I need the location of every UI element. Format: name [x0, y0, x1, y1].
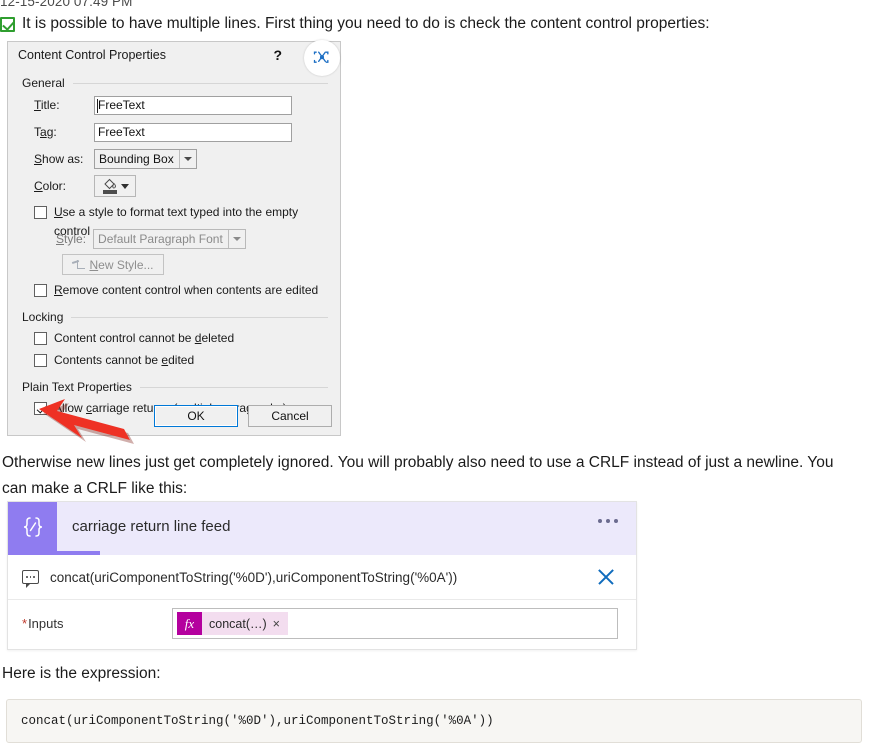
expression-token-text: concat(…)	[209, 616, 267, 631]
allow-carriage-returns-checkbox[interactable]	[34, 402, 47, 415]
expression-preview-row: concat(uriComponentToString('%0D'),uriCo…	[8, 555, 636, 600]
dialog-body: General Title: FreeText Tag: FreeText Sh…	[8, 76, 340, 421]
body-paragraph: Otherwise new lines just get completely …	[2, 454, 834, 497]
use-style-checkbox[interactable]	[34, 206, 47, 219]
group-locking: Locking	[22, 310, 332, 324]
show-as-label: Show as:	[34, 152, 84, 166]
expression-heading: Here is the expression:	[2, 665, 161, 682]
expression-preview-text: concat(uriComponentToString('%0D'),uriCo…	[50, 569, 458, 585]
remove-control-checkbox[interactable]	[34, 284, 47, 297]
show-as-dropdown[interactable]: Bounding Box	[94, 149, 197, 169]
inputs-label-text: Inputs	[28, 616, 64, 631]
post-timestamp: 12-15-2020 07:49 PM	[0, 0, 133, 9]
tag-input-value: FreeText	[98, 125, 145, 139]
remove-token-icon[interactable]: ×	[273, 617, 280, 631]
dialog-title: Content Control Properties	[18, 48, 166, 62]
dialog-button-row: OK Cancel	[154, 405, 332, 427]
remove-control-label: Remove content control when contents are…	[54, 283, 319, 297]
paint-bucket-icon	[102, 178, 118, 194]
cannot-edit-label: Contents cannot be edited	[54, 353, 195, 367]
field-title: Title: FreeText	[34, 95, 332, 115]
expression-token-label: concat(…) ×	[202, 612, 288, 635]
style-value: Default Paragraph Font	[98, 232, 223, 246]
action-card-header[interactable]: carriage return line feed	[8, 502, 636, 551]
intro-text: It is possible to have multiple lines. F…	[22, 15, 710, 32]
cancel-button[interactable]: Cancel	[248, 405, 332, 427]
intro-line: It is possible to have multiple lines. F…	[0, 14, 710, 34]
snipping-tool-icon	[304, 40, 340, 76]
inputs-row: *Inputs fx concat(…) ×	[8, 600, 636, 647]
group-divider	[72, 82, 328, 84]
color-picker-button[interactable]	[94, 175, 136, 197]
inputs-label: *Inputs	[22, 616, 172, 631]
expression-code-text: concat(uriComponentToString('%0D'),uriCo…	[21, 714, 494, 728]
group-locking-label: Locking	[22, 310, 64, 324]
cannot-delete-label: Content control cannot be deleted	[54, 331, 235, 345]
action-card-title: carriage return line feed	[72, 518, 231, 535]
group-divider	[71, 316, 328, 318]
style-label: Style:	[56, 232, 87, 246]
tooltip-bubble-icon	[22, 570, 39, 588]
cannot-edit-checkbox[interactable]	[34, 354, 47, 367]
help-button[interactable]: ?	[273, 47, 282, 63]
close-x-icon[interactable]	[595, 566, 617, 588]
use-style-checkbox-row[interactable]: Use a style to format text typed into th…	[34, 203, 332, 238]
overflow-menu-icon[interactable]	[598, 519, 618, 523]
title-label: Title:	[34, 98, 60, 112]
chevron-down-icon	[120, 183, 129, 189]
remove-control-checkbox-row[interactable]: Remove content control when contents are…	[34, 281, 332, 303]
group-divider	[139, 386, 328, 388]
group-general: General	[22, 76, 332, 90]
page-root: 12-15-2020 07:49 PM It is possible to ha…	[0, 0, 869, 754]
chevron-down-icon	[178, 150, 196, 168]
group-plain-text: Plain Text Properties	[22, 380, 332, 394]
dialog-title-bar: Content Control Properties ?	[8, 40, 340, 76]
expression-code-block: concat(uriComponentToString('%0D'),uriCo…	[6, 699, 862, 743]
cannot-delete-checkbox-row[interactable]: Content control cannot be deleted	[34, 329, 332, 351]
new-style-button[interactable]: New Style...	[62, 254, 164, 275]
green-checkbox-icon	[0, 17, 15, 32]
style-dropdown[interactable]: Default Paragraph Font	[93, 229, 246, 249]
group-general-label: General	[22, 76, 65, 90]
new-style-icon	[72, 259, 86, 270]
title-input-value: FreeText	[98, 98, 145, 112]
fx-icon: fx	[177, 612, 202, 635]
cannot-edit-checkbox-row[interactable]: Contents cannot be edited	[34, 351, 332, 373]
chevron-down-icon	[227, 230, 245, 248]
ok-button[interactable]: OK	[154, 405, 238, 427]
cannot-delete-checkbox[interactable]	[34, 332, 47, 345]
field-tag: Tag: FreeText	[34, 122, 332, 142]
tag-input[interactable]: FreeText	[94, 122, 292, 142]
color-swatch	[102, 190, 117, 194]
color-label: Color:	[34, 179, 67, 193]
expression-token[interactable]: fx concat(…) ×	[177, 612, 288, 635]
field-show-as: Show as: Bounding Box	[34, 149, 332, 169]
new-style-label: New Style...	[89, 257, 154, 272]
title-input[interactable]: FreeText	[94, 95, 292, 115]
content-control-properties-dialog: Content Control Properties ? General Tit…	[7, 40, 341, 436]
inputs-field[interactable]: fx concat(…) ×	[172, 608, 618, 639]
tag-label: Tag:	[34, 125, 57, 139]
field-color: Color:	[34, 175, 332, 197]
required-marker: *	[22, 616, 28, 631]
power-automate-action-card: carriage return line feed concat(uriComp…	[7, 501, 637, 650]
show-as-value: Bounding Box	[99, 152, 174, 166]
group-plain-text-label: Plain Text Properties	[22, 380, 132, 394]
compose-braces-icon	[8, 502, 57, 551]
